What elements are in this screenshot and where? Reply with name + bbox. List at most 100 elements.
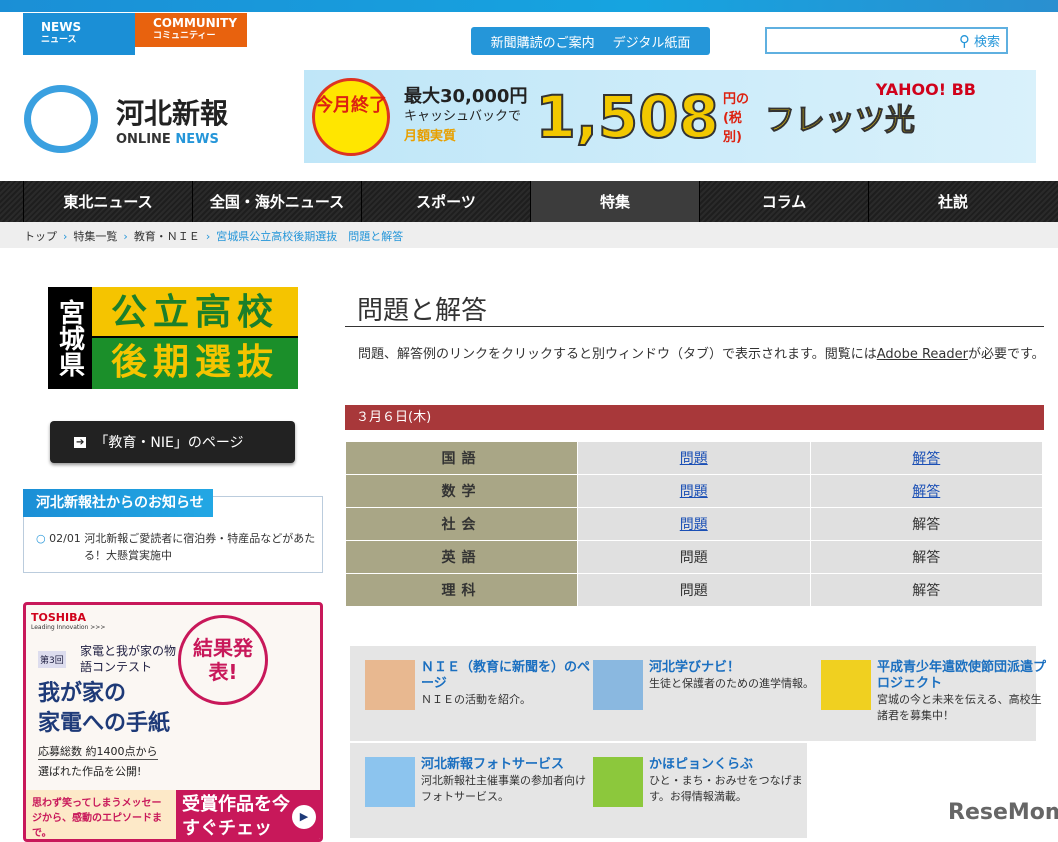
page-title: 問題と解答 bbox=[345, 290, 1044, 327]
logo-circle-icon bbox=[24, 85, 98, 153]
feature-thumbnail bbox=[593, 757, 643, 807]
date-header: ３月６日(木) bbox=[345, 405, 1044, 430]
table-row: 理科 問題 解答 bbox=[345, 573, 1043, 607]
intro-before: 問題、解答例のリンクをクリックすると別ウィンドウ（タブ）で表示されます。閲覧には bbox=[345, 347, 877, 362]
answer-link[interactable]: 解答 bbox=[912, 451, 940, 467]
question-text: 問題 bbox=[679, 550, 708, 566]
nav-editorial[interactable]: 社説 bbox=[868, 181, 1037, 222]
ad-unit: 円の(税別) bbox=[722, 92, 749, 145]
answer-cell: 解答 bbox=[809, 474, 1043, 508]
feature-title[interactable]: 平成青少年遣欧使節団派遣プロジェクト bbox=[877, 660, 1049, 692]
answer-link[interactable]: 解答 bbox=[912, 484, 940, 500]
nav-features[interactable]: 特集 bbox=[530, 181, 699, 222]
digital-link[interactable]: デジタル紙面 bbox=[613, 32, 691, 51]
feature-desc: 河北新報社主催事業の参加者向けフォトサービス。 bbox=[421, 774, 586, 803]
crumb-top[interactable]: トップ bbox=[24, 230, 57, 243]
ad-round: 第3回 bbox=[38, 651, 66, 668]
feature-thumbnail bbox=[821, 660, 871, 710]
news-tab-label: NEWS bbox=[41, 20, 82, 34]
subject-text: 国語 bbox=[441, 451, 482, 467]
feature-desc: 宮城の今と未来を伝える、高校生諸君を募集中！ bbox=[877, 693, 1042, 722]
feature-title[interactable]: かほピョンくらぶ bbox=[649, 757, 821, 773]
feature-link-card[interactable]: かほピョンくらぶ ひと・まち・おみせをつなげます。お得情報満載。 bbox=[593, 757, 821, 807]
question-link[interactable]: 問題 bbox=[680, 517, 708, 533]
community-tab-label: COMMUNITY bbox=[153, 16, 238, 30]
question-cell: 問題 bbox=[577, 507, 811, 541]
ad-bottom-left: 思わず笑ってしまうメッセージから、感動のエピソードまで。 bbox=[26, 790, 176, 839]
nie-page-button[interactable]: ➔ 「教育・NIE」のページ bbox=[50, 421, 295, 463]
ad-brand: TOSHIBA bbox=[31, 611, 86, 624]
notice-date: 02/01 bbox=[49, 532, 81, 545]
subject-text: 社会 bbox=[441, 517, 482, 533]
ad-headline1: 我が家の bbox=[38, 681, 127, 706]
feature-desc: 生徒と保護者のための進学情報。 bbox=[649, 677, 814, 690]
question-cell: 問題 bbox=[577, 573, 811, 607]
answer-cell: 解答 bbox=[809, 573, 1043, 607]
crumb-features[interactable]: 特集一覧 bbox=[73, 230, 117, 243]
subject-cell: 理科 bbox=[345, 573, 578, 607]
table-row: 国語 問題 解答 bbox=[345, 441, 1043, 475]
answer-cell: 解答 bbox=[809, 441, 1043, 475]
feature-title[interactable]: 河北新報フォトサービス bbox=[421, 757, 593, 773]
feature-title[interactable]: ＮＩＥ（教育に新聞を）のページ bbox=[421, 660, 593, 692]
feature-link-card[interactable]: 平成青少年遣欧使節団派遣プロジェクト 宮城の今と未来を伝える、高校生諸君を募集中！ bbox=[821, 660, 1049, 724]
toshiba-ad[interactable]: TOSHIBA Leading Innovation >>> 第3回 家電と我が… bbox=[23, 602, 323, 842]
exam-table: 国語 問題 解答 数学 問題 解答 社会 問題 解答 英語 問題 解答 理科 問題 解答 bbox=[345, 441, 1043, 607]
subject-cell: 英語 bbox=[345, 540, 578, 574]
search-icon: ⚲ bbox=[958, 31, 970, 50]
subject-cell: 国語 bbox=[345, 441, 578, 475]
ad-price: 1,508 bbox=[534, 82, 719, 152]
site-logo[interactable]: 河北新報 ONLINE NEWS bbox=[116, 92, 228, 147]
subscribe-link[interactable]: 新聞購読のご案内 bbox=[491, 32, 595, 51]
ad-stamp: 結果発表! bbox=[178, 615, 268, 705]
feature-thumbnail bbox=[365, 660, 415, 710]
banner-prefecture: 宮城県 bbox=[54, 299, 85, 377]
feature-title[interactable]: 河北学びナビ！ bbox=[649, 660, 814, 676]
ad-brand: YAHOO! BB bbox=[875, 80, 976, 99]
ad-headline2: 家電への手紙 bbox=[38, 711, 171, 736]
subject-text: 数学 bbox=[441, 484, 482, 500]
answer-text: 解答 bbox=[912, 583, 941, 599]
notice-title: 河北新報社からのお知らせ bbox=[23, 489, 213, 517]
subject-cell: 社会 bbox=[345, 507, 578, 541]
banner-bottom: 後期選抜 bbox=[92, 338, 298, 389]
community-tab[interactable]: COMMUNITY コミュニティー bbox=[135, 13, 247, 47]
banner-top: 公立高校 bbox=[92, 287, 298, 338]
news-tab[interactable]: NEWS ニュース bbox=[23, 13, 135, 55]
ad-line2: キャッシュバックで bbox=[404, 108, 522, 124]
intro-text: 問題、解答例のリンクをクリックすると別ウィンドウ（タブ）で表示されます。閲覧には… bbox=[345, 344, 1045, 365]
nav-column[interactable]: コラム bbox=[699, 181, 868, 222]
search-button[interactable]: 検索 bbox=[974, 31, 1000, 50]
crumb-current: 宮城県公立高校後期選抜 問題と解答 bbox=[216, 230, 404, 243]
exam-banner: 宮城県 公立高校 後期選抜 bbox=[48, 287, 298, 389]
adobe-reader-link[interactable]: Adobe Reader bbox=[877, 347, 968, 362]
top-ad-banner[interactable]: 今月終了 最大30,000円 キャッシュバックで 月額実質 1,508 円の(税別)… bbox=[304, 70, 1036, 163]
question-cell: 問題 bbox=[577, 441, 811, 475]
question-link[interactable]: 問題 bbox=[680, 451, 708, 467]
nav-tohoku[interactable]: 東北ニュース bbox=[23, 181, 192, 222]
feature-desc: ひと・まち・おみせをつなげます。お得情報満載。 bbox=[649, 774, 803, 803]
subscription-links: 新聞購読のご案内 デジタル紙面 bbox=[471, 27, 710, 55]
ad-tagline: Leading Innovation >>> bbox=[31, 624, 106, 631]
question-link[interactable]: 問題 bbox=[680, 484, 708, 500]
question-cell: 問題 bbox=[577, 474, 811, 508]
ad-line1: 最大30,000円 bbox=[404, 85, 528, 107]
answer-cell: 解答 bbox=[809, 540, 1043, 574]
search-box[interactable]: ⚲ 検索 bbox=[765, 27, 1008, 54]
feature-link-card[interactable]: 河北学びナビ！ 生徒と保護者のための進学情報。 bbox=[593, 660, 821, 710]
resemom-watermark: ReseMom bbox=[948, 800, 1058, 825]
answer-text: 解答 bbox=[912, 550, 941, 566]
nav-sports[interactable]: スポーツ bbox=[361, 181, 530, 222]
feature-link-card[interactable]: 河北新報フォトサービス 河北新報社主催事業の参加者向けフォトサービス。 bbox=[365, 757, 593, 807]
answer-cell: 解答 bbox=[809, 507, 1043, 541]
feature-link-card[interactable]: ＮＩＥ（教育に新聞を）のページ ＮＩＥの活動を紹介。 bbox=[365, 660, 593, 710]
subject-cell: 数学 bbox=[345, 474, 578, 508]
subject-text: 理科 bbox=[441, 583, 482, 599]
crumb-nie[interactable]: 教育・ＮＩＥ bbox=[134, 230, 200, 243]
question-cell: 問題 bbox=[577, 540, 811, 574]
notice-item[interactable]: ○ 02/01 河北新報ご愛読者に宿泊券・特産品などがあたる！大懸賞実施中 bbox=[36, 530, 316, 564]
ad-product: フレッツ光 bbox=[764, 102, 915, 138]
nav-national[interactable]: 全国・海外ニュース bbox=[192, 181, 361, 222]
logo-title: 河北新報 bbox=[116, 97, 229, 130]
news-tab-sub: ニュース bbox=[41, 35, 77, 45]
